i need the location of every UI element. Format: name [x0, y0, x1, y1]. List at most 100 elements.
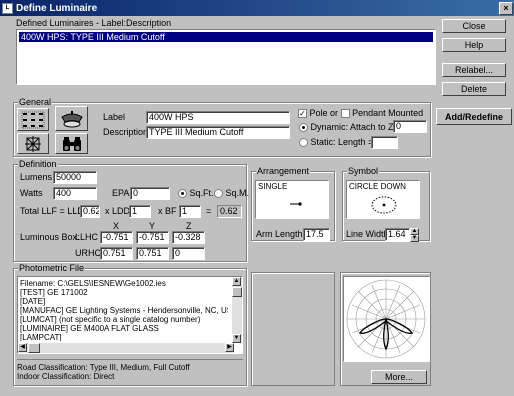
sqm-radio[interactable]	[214, 189, 223, 199]
sqft-radio-row[interactable]: Sq.Ft.	[178, 188, 214, 199]
sqft-label: Sq.Ft.	[189, 188, 214, 198]
urhc-y-input[interactable]: 0.751	[136, 247, 169, 260]
spin-down-icon[interactable]: ▼	[410, 235, 419, 242]
pole-checkbox-row[interactable]: ✓ Pole or Pendant Mounted	[298, 108, 424, 119]
grid-icon-button[interactable]	[17, 108, 49, 131]
horizontal-scrollbar[interactable]: ◀ ▶	[18, 343, 234, 353]
pole-label: Pole or	[309, 108, 339, 118]
arm-length-input[interactable]: 17.5	[303, 228, 330, 241]
ldd-input[interactable]: 1	[129, 205, 151, 218]
photometric-line: [TEST] GE 171002	[20, 288, 88, 297]
photometric-preview-panel	[251, 272, 335, 386]
photometric-line: [MANUFAC] GE Lighting Systems - Henderso…	[20, 306, 228, 315]
grid-icon	[21, 111, 45, 128]
spin-up-icon[interactable]: ▲	[410, 228, 419, 235]
close-button[interactable]: Close	[442, 19, 506, 33]
bf-label: x BF	[158, 206, 177, 216]
z-column-label: Z	[186, 221, 192, 231]
binoculars-icon-button[interactable]	[55, 133, 88, 154]
equals-sign: =	[206, 206, 212, 216]
llhc-x-input[interactable]: -0.751	[100, 231, 133, 244]
delete-button[interactable]: Delete	[442, 82, 506, 96]
llhc-label: LLHC	[75, 232, 99, 242]
photometric-line: [LAMPCAT]	[20, 333, 62, 341]
dynamic-radio-row[interactable]: Dynamic: Attach to Z=	[299, 122, 399, 133]
close-window-icon[interactable]: ×	[499, 2, 513, 15]
sqm-radio-row[interactable]: Sq.M.	[214, 188, 250, 199]
relabel-button[interactable]: Relabel...	[442, 63, 506, 77]
urhc-label: URHC	[75, 248, 101, 258]
window-title: Define Luminaire	[16, 2, 98, 14]
binoculars-icon	[62, 136, 81, 151]
road-classification: Road Classification: Type III, Medium, F…	[17, 363, 190, 372]
dynamic-z-input[interactable]: 0	[393, 120, 427, 133]
defined-luminaires-label: Defined Luminaires - Label:Description	[16, 18, 172, 28]
scroll-down-icon[interactable]: ▼	[232, 334, 241, 343]
symbol-group-title: Symbol	[347, 166, 380, 176]
list-item[interactable]: 400W HPS: TYPE III Medium Cutoff	[19, 32, 433, 42]
single-arrangement-icon	[290, 202, 302, 206]
photometric-line: [DATE]	[20, 297, 46, 306]
x-column-label: X	[113, 221, 120, 231]
hscroll-thumb[interactable]	[28, 343, 40, 353]
scroll-thumb[interactable]	[232, 287, 242, 297]
epa-label: EPA	[112, 188, 130, 198]
arm-length-label: Arm Length	[256, 229, 303, 239]
total-llf-value: 0.62	[217, 205, 242, 218]
description-caption: Description	[103, 127, 149, 137]
pendant-label: Pendant Mounted	[352, 108, 424, 118]
llhc-y-input[interactable]: -0.751	[136, 231, 169, 244]
llhc-z-input[interactable]: -0.328	[172, 231, 205, 244]
photometric-line: [LUMINAIRE] GE M400A FLAT GLASS	[20, 324, 159, 333]
pole-checkbox[interactable]: ✓	[298, 109, 307, 119]
fixture-icon	[60, 110, 83, 127]
arrangement-preview[interactable]: SINGLE	[255, 180, 329, 219]
bf-input[interactable]: 1	[179, 205, 201, 218]
photometric-line: Filename: C:\GELS\IESNEW\Ge1002.ies	[20, 279, 166, 288]
polar-plot-panel: More...	[340, 272, 431, 386]
description-input[interactable]: TYPE III Medium Cutoff	[146, 126, 290, 139]
candela-polar-plot-icon	[346, 279, 426, 359]
label-input[interactable]: 400W HPS	[146, 111, 290, 124]
dynamic-label: Dynamic: Attach to Z=	[310, 122, 399, 132]
scroll-right-icon[interactable]: ▶	[225, 343, 234, 352]
add-redefine-button[interactable]: Add/Redefine	[436, 108, 512, 125]
title-bar: L Define Luminaire ×	[0, 0, 514, 16]
watts-label: Watts	[20, 188, 43, 198]
static-radio[interactable]	[299, 138, 308, 148]
snowflake-icon-button[interactable]	[17, 133, 49, 154]
sqft-radio[interactable]	[178, 189, 187, 199]
classification-box: Road Classification: Type III, Medium, F…	[17, 359, 243, 383]
lumens-input[interactable]: 50000	[53, 171, 97, 184]
arrangement-group-title: Arrangement	[256, 166, 311, 176]
sqm-label: Sq.M.	[225, 188, 250, 198]
line-width-input[interactable]: 1.64	[385, 228, 410, 241]
indoor-classification: Indoor Classification: Direct	[17, 372, 115, 381]
scroll-left-icon[interactable]: ◀	[18, 343, 27, 352]
static-radio-row[interactable]: Static: Length =	[299, 137, 373, 148]
dynamic-radio[interactable]	[299, 123, 308, 133]
scroll-up-icon[interactable]: ▲	[232, 277, 241, 286]
lumens-label: Lumens	[20, 172, 53, 182]
urhc-z-input[interactable]: 0	[172, 247, 205, 260]
static-length-input[interactable]	[371, 136, 398, 149]
watts-input[interactable]: 400	[53, 187, 97, 200]
defined-luminaires-list[interactable]: 400W HPS: TYPE III Medium Cutoff	[16, 29, 436, 85]
photometric-text-box[interactable]: Filename: C:\GELS\IESNEW\Ge1002.ies [TES…	[17, 276, 243, 354]
pendant-checkbox[interactable]	[340, 109, 350, 119]
defined-luminaires-panel: Defined Luminaires - Label:Description 4…	[14, 17, 438, 87]
photometric-group-title: Photometric File	[18, 263, 86, 273]
fixture-icon-button[interactable]	[55, 106, 88, 131]
urhc-x-input[interactable]: 0.751	[100, 247, 133, 260]
app-icon: L	[2, 2, 13, 14]
line-width-label: Line Width	[346, 229, 389, 239]
ldd-label: x LDD	[105, 206, 131, 216]
line-width-spinner[interactable]: ▲ ▼	[410, 228, 420, 242]
vertical-scrollbar[interactable]: ▲ ▼	[232, 277, 242, 343]
epa-input[interactable]: 0	[130, 187, 170, 200]
luminous-box-label: Luminous Box:	[20, 232, 80, 242]
lld-input[interactable]: 0.62	[80, 205, 100, 218]
symbol-preview[interactable]: CIRCLE DOWN	[346, 180, 420, 219]
help-button[interactable]: Help	[442, 38, 506, 52]
more-button[interactable]: More...	[371, 370, 427, 384]
